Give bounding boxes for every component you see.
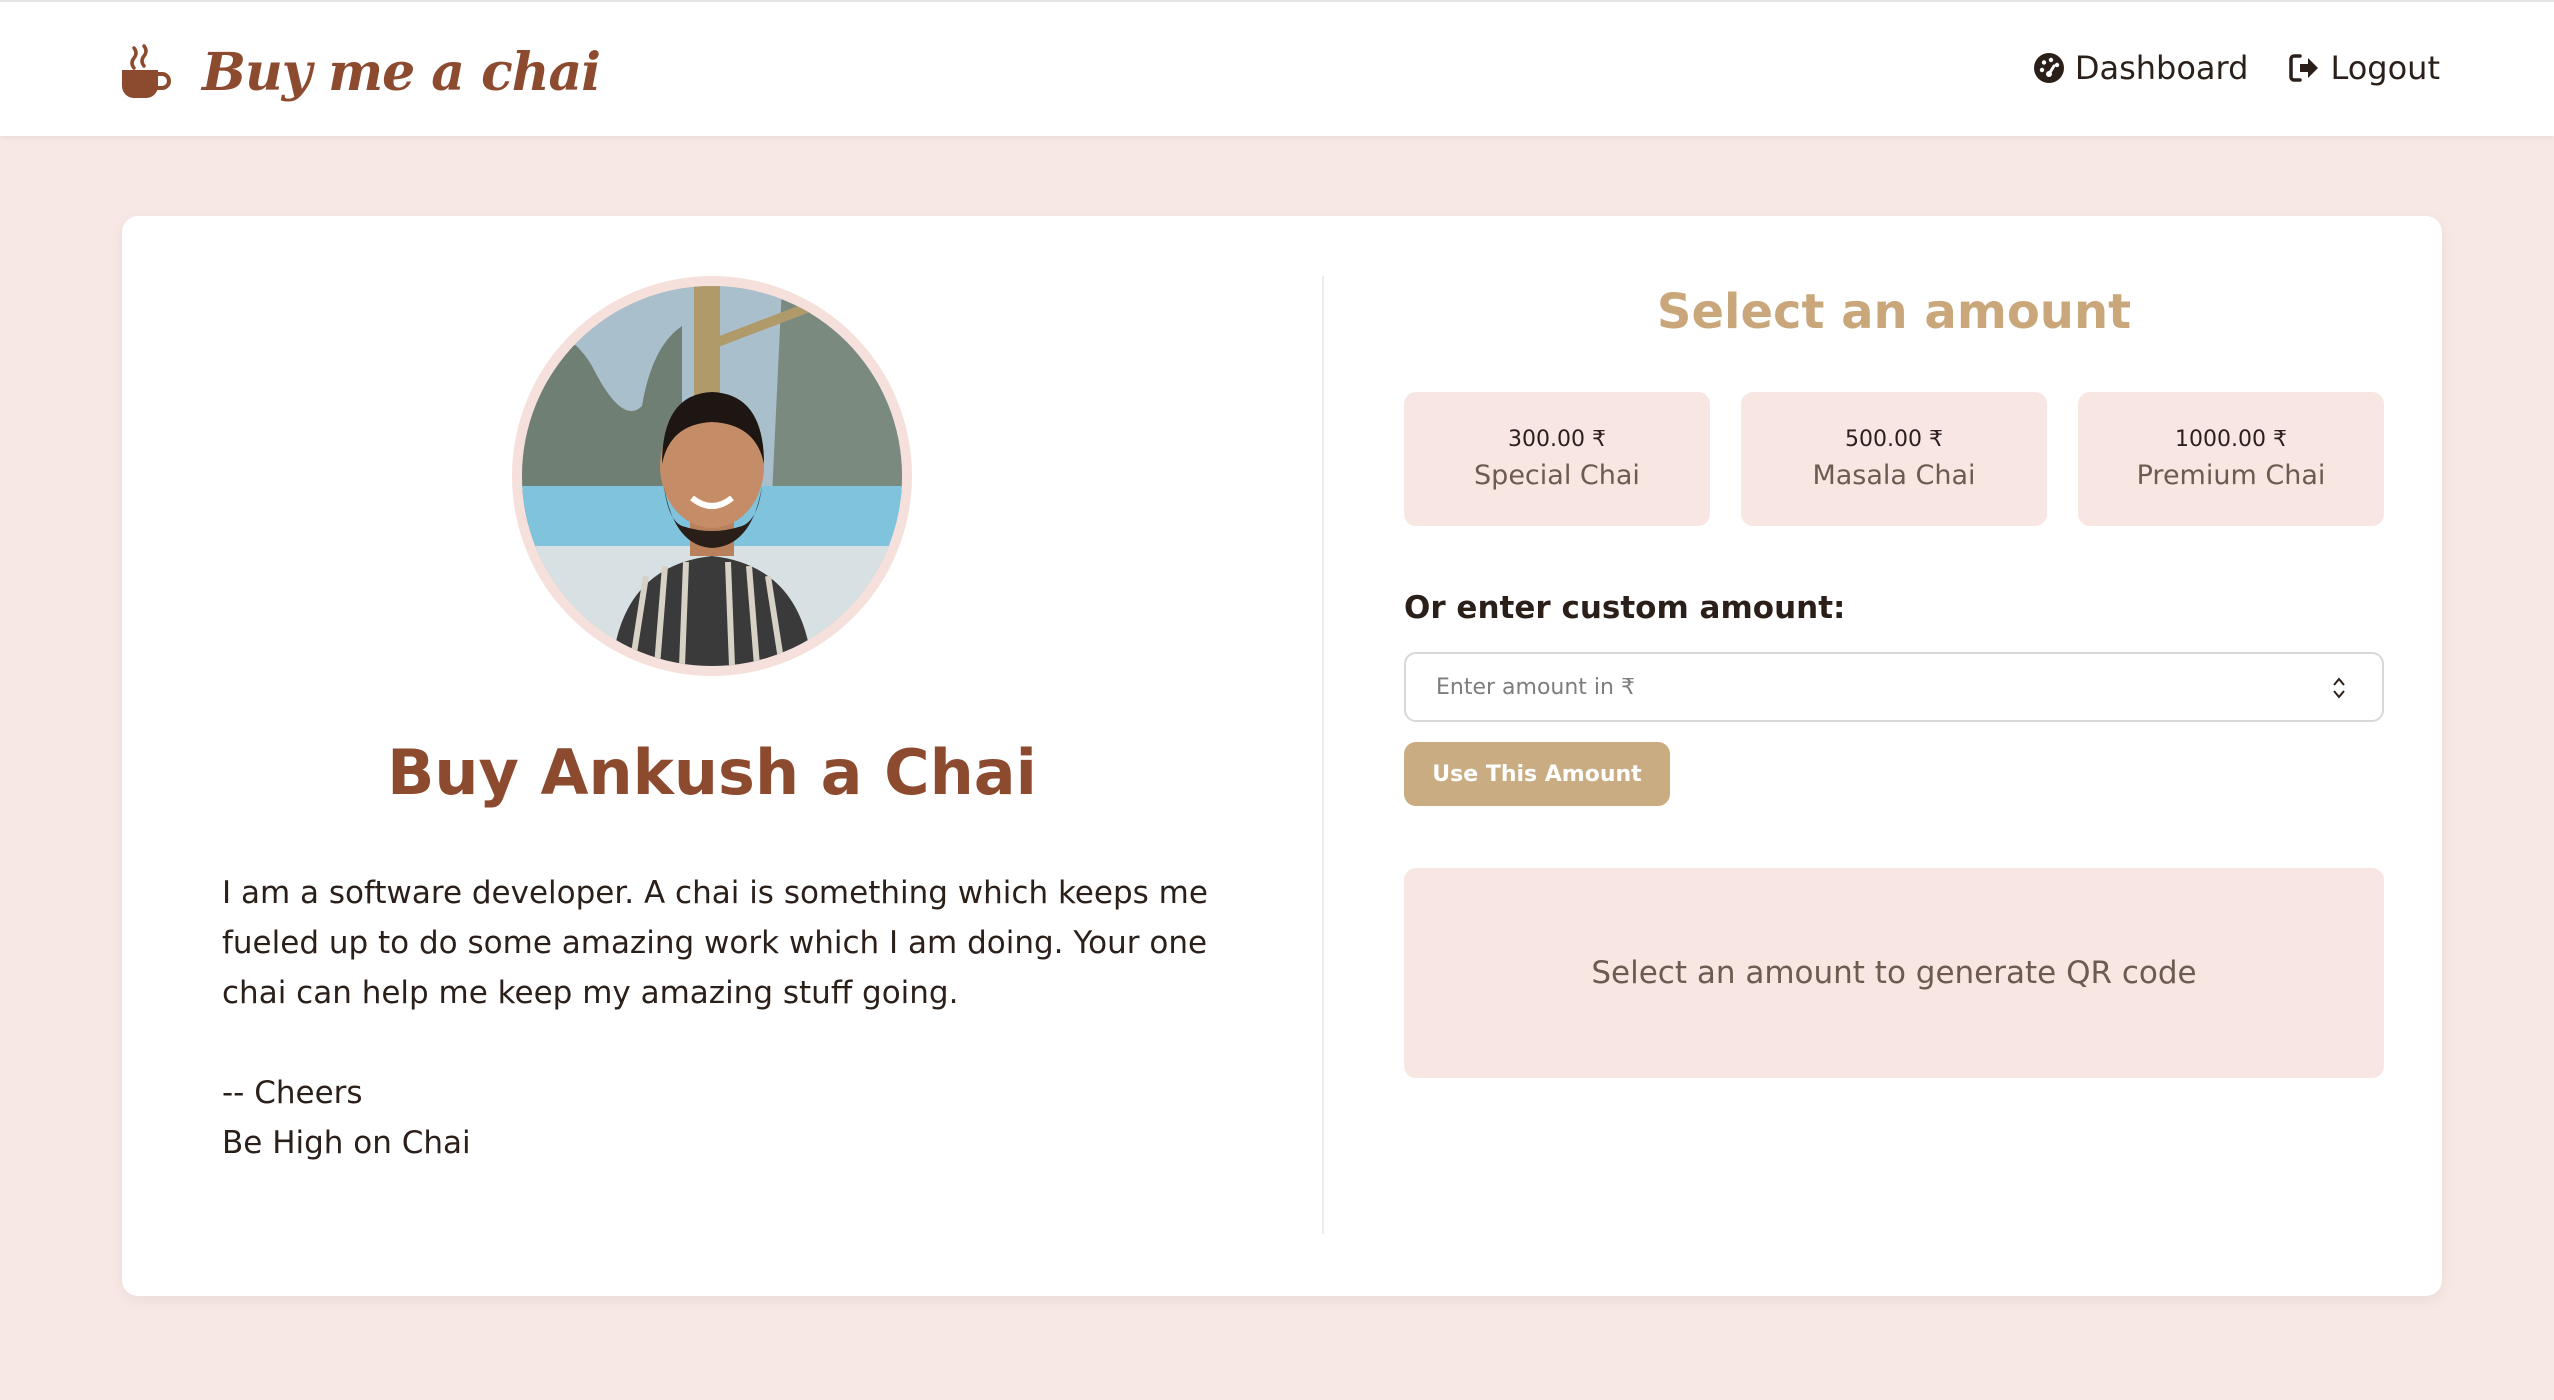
amount-name: Premium Chai xyxy=(2136,460,2326,491)
dashboard-link[interactable]: Dashboard xyxy=(2033,49,2249,87)
amount-options: 300.00 ₹ Special Chai 500.00 ₹ Masala Ch… xyxy=(1404,392,2384,526)
creator-bio: I am a software developer. A chai is som… xyxy=(222,868,1222,1168)
dashboard-link-label: Dashboard xyxy=(2074,49,2249,87)
qr-code-area: Select an amount to generate QR code xyxy=(1404,868,2384,1078)
bio-signoff: -- Cheers xyxy=(222,1075,363,1111)
amount-price: 1000.00 ₹ xyxy=(2175,427,2287,452)
amount-option-masala-chai[interactable]: 500.00 ₹ Masala Chai xyxy=(1741,392,2047,526)
coffee-cup-icon xyxy=(122,44,171,98)
logout-link-label: Logout xyxy=(2330,49,2440,87)
custom-amount-input[interactable] xyxy=(1406,654,2382,720)
gauge-icon xyxy=(2033,53,2064,83)
amount-price: 300.00 ₹ xyxy=(1508,427,1606,452)
amount-price: 500.00 ₹ xyxy=(1845,427,1943,452)
nav-links: Dashboard Logout xyxy=(1993,40,2440,96)
column-divider xyxy=(1322,276,1324,1234)
custom-amount-label: Or enter custom amount: xyxy=(1404,590,1846,626)
payment-panel: Select an amount 300.00 ₹ Special Chai 5… xyxy=(1404,216,2384,1296)
brand-logo[interactable]: Buy me a chai xyxy=(120,32,601,112)
bio-spacer xyxy=(222,1018,1222,1068)
logout-link[interactable]: Logout xyxy=(2288,49,2440,87)
brand-name: Buy me a chai xyxy=(202,41,601,103)
number-spinner-icon[interactable] xyxy=(2330,674,2348,702)
profile-photo xyxy=(522,286,902,666)
profile-photo-illustration xyxy=(522,286,902,666)
custom-amount-field-wrapper xyxy=(1404,652,2384,722)
avatar xyxy=(512,276,912,676)
sign-out-icon xyxy=(2289,54,2319,82)
navbar: Buy me a chai Dashboard Logout xyxy=(0,0,2554,136)
profile-card: Buy Ankush a Chai I am a software develo… xyxy=(122,216,2442,1296)
qr-placeholder-text: Select an amount to generate QR code xyxy=(1591,955,2197,991)
amount-name: Masala Chai xyxy=(1812,460,1976,491)
page-title: Buy Ankush a Chai xyxy=(387,736,1037,809)
amount-option-premium-chai[interactable]: 1000.00 ₹ Premium Chai xyxy=(2078,392,2384,526)
bio-paragraph: I am a software developer. A chai is som… xyxy=(222,875,1208,1011)
amount-option-special-chai[interactable]: 300.00 ₹ Special Chai xyxy=(1404,392,1710,526)
creator-profile: Buy Ankush a Chai I am a software develo… xyxy=(122,216,1322,1296)
bio-tagline: Be High on Chai xyxy=(222,1125,471,1161)
amount-name: Special Chai xyxy=(1474,460,1640,491)
select-amount-title: Select an amount xyxy=(1656,284,2132,340)
use-amount-button[interactable]: Use This Amount xyxy=(1404,742,1670,806)
